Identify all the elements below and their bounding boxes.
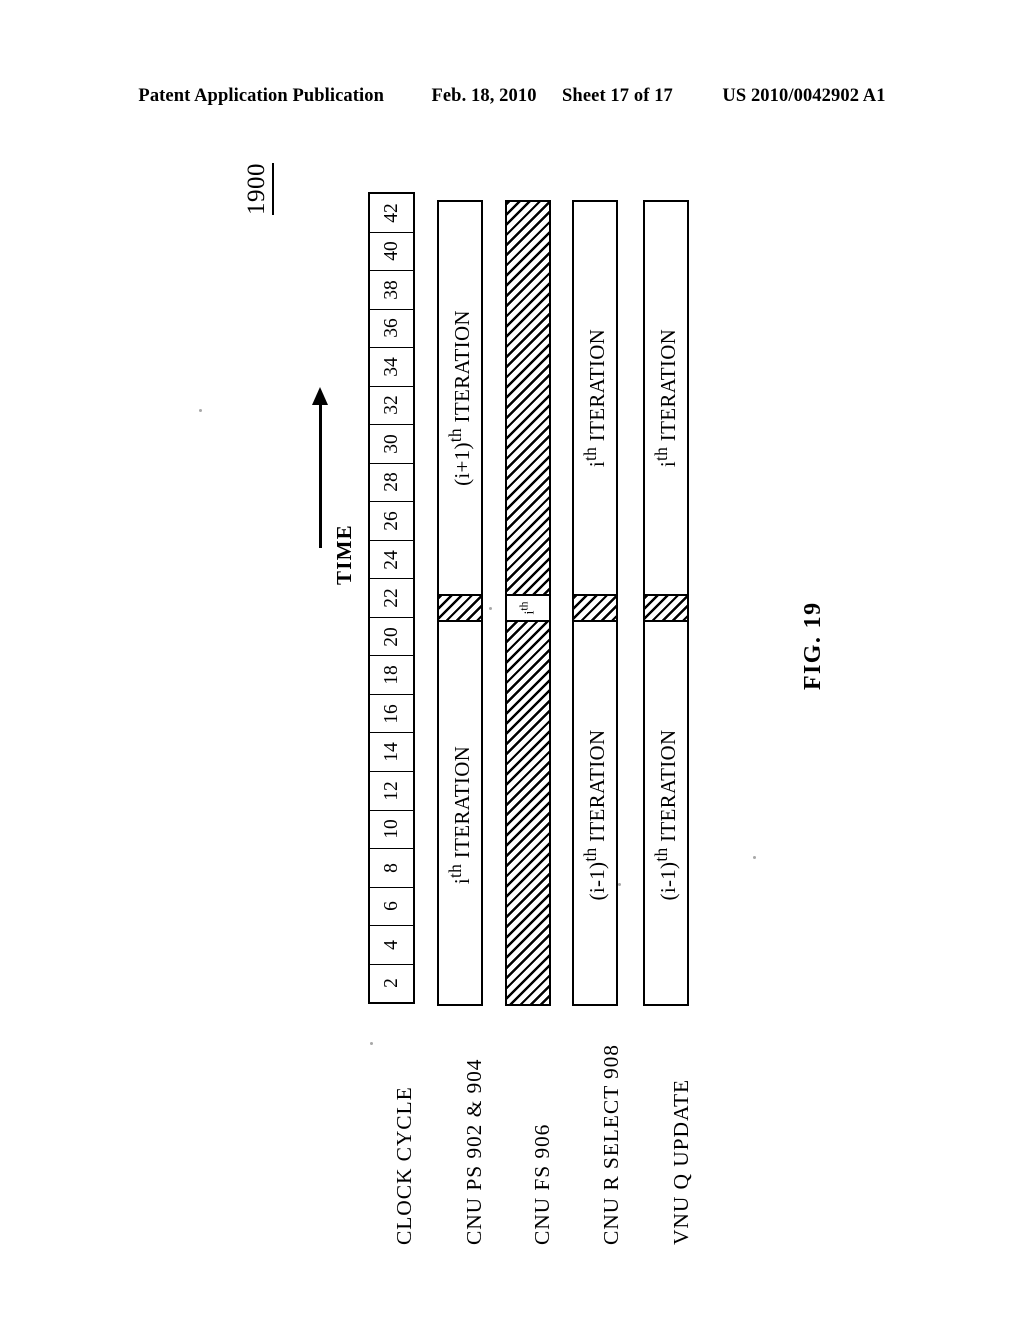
clock-cycle-cell: 42	[370, 194, 413, 233]
figure-1900: 1900 TIME 42 40 38 36 34 32 30 28 26 24 22 20 18 16 14…	[0, 0, 1024, 1320]
segment-label: ith ITERATION	[651, 328, 680, 468]
clock-cycle-value: 24	[380, 549, 402, 570]
figure-reference-numeral: 1900	[243, 163, 274, 215]
clock-cycle-value: 34	[380, 357, 402, 377]
time-axis-label: TIME	[332, 524, 356, 585]
clock-cycle-value: 30	[380, 434, 402, 454]
signal-bar-cnu-r-select: ith ITERATION (i-1)th ITERATION	[572, 200, 618, 1006]
clock-cycle-cell: 18	[370, 656, 413, 695]
clock-cycle-cell: 24	[370, 541, 413, 580]
time-arrow-head-icon	[312, 387, 328, 405]
scan-speck	[199, 409, 202, 412]
clock-cycle-value: 6	[380, 901, 402, 912]
clock-cycle-cell: 34	[370, 348, 413, 387]
clock-cycle-value: 12	[380, 780, 402, 801]
segment-label: ith	[517, 601, 538, 615]
clock-cycle-value: 16	[380, 703, 402, 724]
clock-cycle-cell: 2	[370, 965, 413, 1003]
clock-cycle-value: 40	[380, 241, 402, 262]
row-name-cnu-r-select: CNU R SELECT 908	[599, 1044, 623, 1245]
segment-label: ith ITERATION	[445, 745, 474, 885]
iteration-boundary-notch: ith	[507, 594, 549, 622]
clock-cycle-value: 42	[380, 203, 402, 223]
scan-speck	[370, 1042, 373, 1045]
clock-cycle-value: 38	[380, 280, 402, 300]
clock-cycle-cell: 10	[370, 811, 413, 850]
clock-cycle-cell: 36	[370, 310, 413, 349]
iteration-boundary-divider	[439, 594, 481, 622]
clock-cycle-cell: 20	[370, 618, 413, 657]
clock-cycle-value: 4	[380, 939, 402, 950]
figure-caption: FIG. 19	[800, 601, 826, 690]
clock-cycle-column: 42 40 38 36 34 32 30 28 26 24 22 20 18 16 14 12 10 8 6 4 2	[368, 192, 415, 1004]
signal-bar-cnu-fs: ith	[505, 200, 551, 1006]
segment-label: ith ITERATION	[580, 328, 609, 468]
clock-cycle-cell: 4	[370, 926, 413, 965]
clock-cycle-cell: 40	[370, 233, 413, 272]
clock-cycle-cell: 28	[370, 464, 413, 503]
time-arrow-shaft	[319, 400, 322, 548]
clock-cycle-cell: 12	[370, 772, 413, 811]
clock-cycle-value: 20	[380, 626, 402, 647]
clock-cycle-cell: 6	[370, 888, 413, 927]
clock-cycle-value: 14	[380, 742, 402, 762]
segment-label: (i-1)th ITERATION	[651, 729, 680, 901]
scan-speck	[753, 856, 756, 859]
signal-bar-cnu-ps: (i+1)th ITERATION ith ITERATION	[437, 200, 483, 1006]
clock-cycle-value: 26	[380, 511, 402, 531]
clock-cycle-cell: 14	[370, 733, 413, 772]
row-name-vnu-q-update: VNU Q UPDATE	[669, 1078, 693, 1245]
clock-cycle-cell: 8	[370, 849, 413, 888]
iteration-boundary-divider	[574, 594, 616, 622]
clock-cycle-cell: 32	[370, 387, 413, 426]
clock-cycle-value: 36	[380, 318, 402, 339]
clock-cycle-cell: 30	[370, 425, 413, 464]
clock-cycle-value: 8	[380, 862, 402, 873]
scan-speck	[489, 607, 492, 610]
clock-cycle-value: 10	[380, 819, 402, 840]
segment-label: (i-1)th ITERATION	[580, 729, 609, 901]
iteration-boundary-divider	[645, 594, 687, 622]
clock-cycle-cell: 26	[370, 502, 413, 541]
row-name-cnu-ps: CNU PS 902 & 904	[462, 1058, 486, 1245]
clock-cycle-value: 28	[380, 472, 402, 493]
clock-cycle-cell: 38	[370, 271, 413, 310]
clock-cycle-cell: 16	[370, 695, 413, 734]
clock-cycle-value: 18	[380, 665, 402, 685]
row-name-cnu-fs: CNU FS 906	[530, 1123, 554, 1245]
clock-cycle-value: 22	[380, 588, 402, 608]
signal-bar-vnu-q-update: ith ITERATION (i-1)th ITERATION	[643, 200, 689, 1006]
clock-cycle-cell: 22	[370, 579, 413, 618]
row-name-clock-cycle: CLOCK CYCLE	[392, 1086, 416, 1245]
clock-cycle-value: 2	[380, 978, 402, 989]
clock-cycle-value: 32	[380, 395, 402, 416]
segment-label: (i+1)th ITERATION	[445, 310, 474, 486]
scan-speck	[618, 883, 621, 886]
